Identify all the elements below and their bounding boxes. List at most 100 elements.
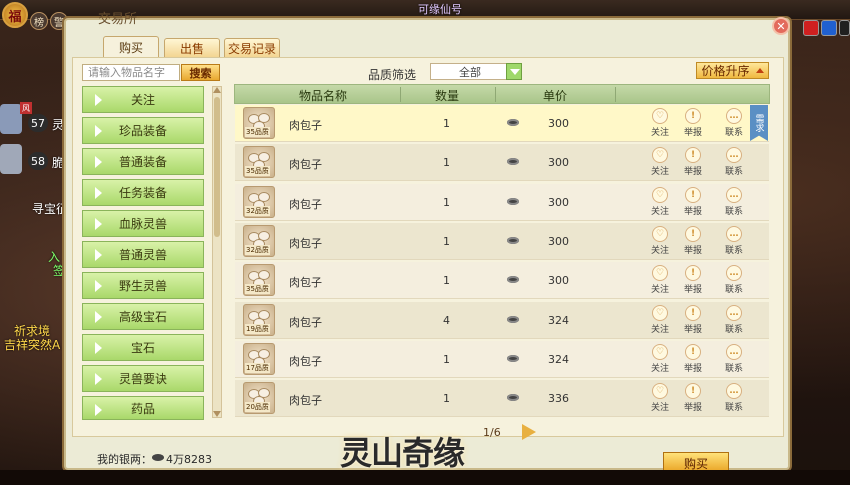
- item-name: 肉包子: [289, 316, 322, 329]
- contact-action[interactable]: … 联系: [723, 305, 745, 335]
- table-row[interactable]: 20品质 肉包子 1 336 ♡ 关注 ! 举报 … 联系: [235, 380, 769, 417]
- item-price: 300: [548, 274, 569, 287]
- category-bloodline-pet[interactable]: 血脉灵兽: [82, 210, 204, 237]
- table-row[interactable]: 35品质 肉包子 1 300 ♡ 关注 ! 举报 … 联系: [235, 144, 769, 181]
- contact-action[interactable]: … 联系: [723, 344, 745, 374]
- contact-action[interactable]: … 联系: [723, 147, 745, 177]
- search-input[interactable]: 请输入物品名字: [82, 64, 180, 81]
- category-wild-pet[interactable]: 野生灵兽: [82, 272, 204, 299]
- fortune-icon[interactable]: 福: [2, 2, 28, 28]
- category-pet-skill[interactable]: 灵兽要诀: [82, 365, 204, 392]
- heart-icon: ♡: [652, 383, 668, 399]
- quality-badge: 32品质: [245, 206, 270, 216]
- silver-value: 4万8283: [166, 453, 212, 466]
- category-rare-equipment[interactable]: 珍品装备: [82, 117, 204, 144]
- follow-action[interactable]: ♡ 关注: [649, 344, 671, 374]
- table-row[interactable]: 19品质 肉包子 4 324 ♡ 关注 ! 举报 … 联系: [235, 302, 769, 339]
- category-medicine[interactable]: 药品: [82, 396, 204, 420]
- contact-action[interactable]: … 联系: [723, 108, 745, 138]
- category-normal-equipment[interactable]: 普通装备: [82, 148, 204, 175]
- report-action[interactable]: ! 举报: [682, 147, 704, 177]
- item-price: 324: [548, 353, 569, 366]
- report-action[interactable]: ! 举报: [682, 187, 704, 217]
- header-divider: [400, 87, 401, 102]
- hud-text-treasure: 寻宝征: [32, 202, 69, 216]
- contact-action[interactable]: … 联系: [723, 187, 745, 217]
- table-row[interactable]: 35品质 肉包子 1 300 ♡ 关注 ! 举报 … 联系: [235, 105, 769, 142]
- item-icon: 35品质: [243, 146, 275, 178]
- contact-action[interactable]: … 联系: [723, 383, 745, 413]
- action-label: 联系: [724, 167, 743, 177]
- item-quantity: 4: [443, 314, 450, 327]
- dropdown-arrow-icon[interactable]: [506, 63, 522, 80]
- contact-action[interactable]: … 联系: [723, 226, 745, 256]
- category-gem[interactable]: 宝石: [82, 334, 204, 361]
- report-action[interactable]: ! 举报: [682, 226, 704, 256]
- item-name: 肉包子: [289, 198, 322, 211]
- category-normal-pet[interactable]: 普通灵兽: [82, 241, 204, 268]
- scroll-thumb[interactable]: [214, 97, 220, 237]
- sort-button[interactable]: 价格升序: [696, 62, 769, 79]
- game-logo: 灵山奇缘: [340, 434, 465, 472]
- scroll-down-icon[interactable]: [213, 411, 221, 417]
- follow-action[interactable]: ♡ 关注: [649, 265, 671, 295]
- action-label: 举报: [683, 128, 702, 138]
- warning-icon: !: [685, 344, 701, 360]
- heart-icon: ♡: [652, 344, 668, 360]
- tab-history[interactable]: 交易记录: [224, 38, 280, 58]
- hud-text-lucky: 吉祥突然A: [4, 338, 61, 352]
- action-label: 联系: [724, 246, 743, 256]
- ranking-button[interactable]: 榜: [30, 12, 48, 30]
- follow-action[interactable]: ♡ 关注: [649, 383, 671, 413]
- table-row[interactable]: 35品质 肉包子 1 300 ♡ 关注 ! 举报 … 联系: [235, 262, 769, 299]
- quality-badge: 35品质: [245, 127, 270, 137]
- next-page-icon[interactable]: [522, 424, 536, 440]
- follow-action[interactable]: ♡ 关注: [649, 108, 671, 138]
- member-name: 灵: [52, 118, 65, 132]
- item-price: 300: [548, 196, 569, 209]
- arrow-icon: [95, 342, 102, 354]
- avatar: [0, 144, 22, 174]
- follow-action[interactable]: ♡ 关注: [649, 187, 671, 217]
- category-label: 野生灵兽: [118, 279, 167, 293]
- action-label: 联系: [724, 364, 743, 374]
- category-quest-equipment[interactable]: 任务装备: [82, 179, 204, 206]
- record-icon[interactable]: [803, 20, 819, 36]
- party-member-1[interactable]: 风 57 灵: [0, 100, 64, 140]
- item-icon: 32品质: [243, 225, 275, 257]
- tab-sell[interactable]: 出售: [164, 38, 220, 58]
- arrow-icon: [95, 404, 102, 416]
- category-scrollbar[interactable]: [212, 86, 222, 418]
- report-action[interactable]: ! 举报: [682, 265, 704, 295]
- report-action[interactable]: ! 举报: [682, 108, 704, 138]
- arrow-icon: [95, 373, 102, 385]
- heart-icon: ♡: [652, 187, 668, 203]
- tab-buy[interactable]: 购买: [103, 36, 159, 58]
- item-icon: 20品质: [243, 382, 275, 414]
- close-button[interactable]: ✕: [772, 17, 790, 35]
- follow-action[interactable]: ♡ 关注: [649, 305, 671, 335]
- avatar: [0, 104, 22, 134]
- follow-action[interactable]: ♡ 关注: [649, 226, 671, 256]
- chat-icon: …: [726, 147, 742, 163]
- contact-action[interactable]: … 联系: [723, 265, 745, 295]
- silver-label: 我的银两：: [97, 453, 152, 466]
- report-action[interactable]: ! 举报: [682, 383, 704, 413]
- report-action[interactable]: ! 举报: [682, 344, 704, 374]
- party-member-2[interactable]: 58 脆: [0, 140, 64, 180]
- table-row[interactable]: 17品质 肉包子 1 324 ♡ 关注 ! 举报 … 联系: [235, 341, 769, 378]
- category-advanced-gem[interactable]: 高级宝石: [82, 303, 204, 330]
- scroll-up-icon[interactable]: [213, 87, 221, 93]
- report-action[interactable]: ! 举报: [682, 305, 704, 335]
- item-price: 300: [548, 235, 569, 248]
- menu-icon[interactable]: [839, 20, 850, 36]
- category-follow[interactable]: 关注: [82, 86, 204, 113]
- search-button[interactable]: 搜索: [181, 64, 220, 81]
- item-name: 肉包子: [289, 355, 322, 368]
- action-label: 关注: [650, 128, 669, 138]
- table-row[interactable]: 32品质 肉包子 1 300 ♡ 关注 ! 举报 … 联系: [235, 223, 769, 260]
- chat-icon: …: [726, 108, 742, 124]
- follow-action[interactable]: ♡ 关注: [649, 147, 671, 177]
- table-row[interactable]: 32品质 肉包子 1 300 ♡ 关注 ! 举报 … 联系: [235, 184, 769, 221]
- screen-icon[interactable]: [821, 20, 837, 36]
